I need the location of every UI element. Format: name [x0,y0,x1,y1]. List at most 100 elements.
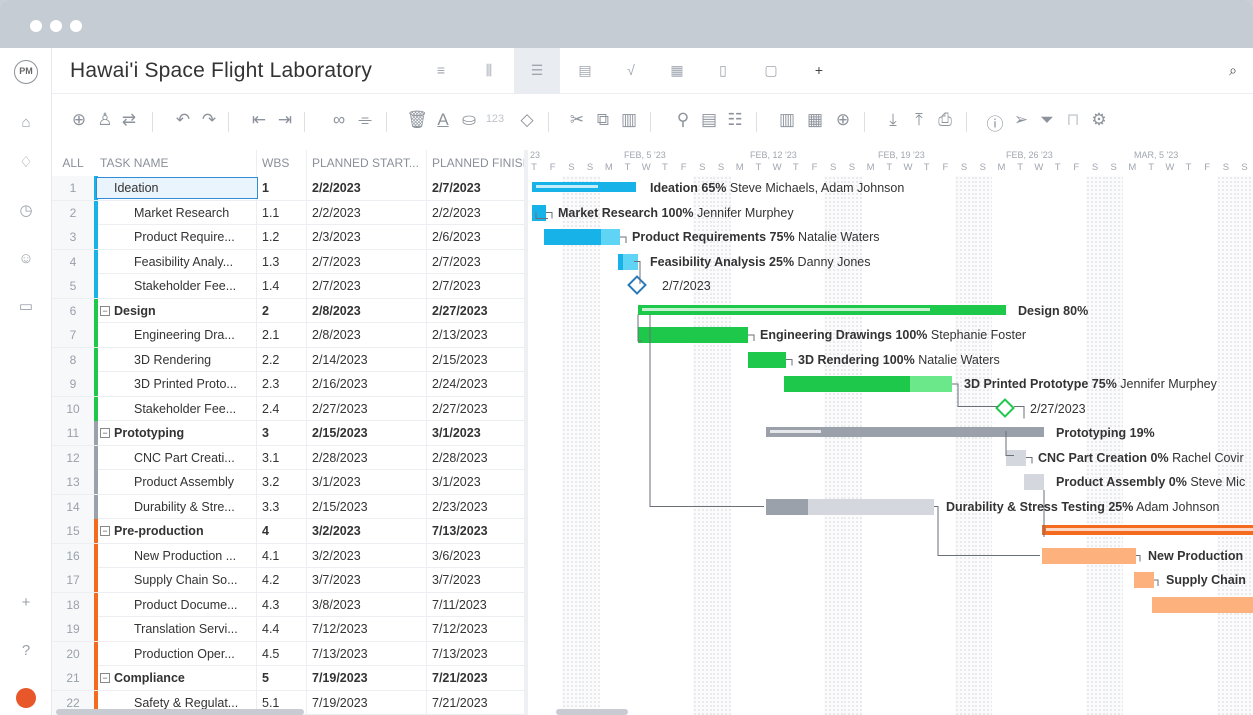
planned-start-cell[interactable]: 3/8/2023 [312,593,424,617]
table-row[interactable]: 21− Compliance 5 7/19/2023 7/21/2023 [52,666,524,691]
collapse-toggle-icon[interactable]: − [100,673,110,683]
planned-start-cell[interactable]: 2/15/2023 [312,421,424,445]
settings-icon[interactable]: ⚙ [1088,110,1110,130]
columns-icon[interactable]: ▥ [776,110,798,130]
text-color-icon[interactable]: A [432,110,454,130]
wbs-cell[interactable]: 1.1 [262,201,306,225]
wbs-cell[interactable]: 4.5 [262,642,306,666]
planned-finish-cell[interactable]: 3/1/2023 [432,421,524,445]
table-row[interactable]: 5 Stakeholder Fee... 1.4 2/7/2023 2/7/2023 [52,274,524,299]
task-name-cell[interactable]: Production Oper... [134,642,256,666]
planned-start-cell[interactable]: 2/14/2023 [312,348,424,372]
planned-start-cell[interactable]: 2/8/2023 [312,323,424,347]
table-row[interactable]: 7 Engineering Dra... 2.1 2/8/2023 2/13/2023 [52,323,524,348]
task-name-cell[interactable]: Ideation [114,176,256,200]
unlink-icon[interactable]: ⌯ [354,110,376,130]
task-name-cell[interactable]: Product Docume... [134,593,256,617]
planned-start-cell[interactable]: 3/7/2023 [312,568,424,592]
dashboard-view-icon[interactable]: √ [622,62,640,78]
table-row[interactable]: 9 3D Printed Proto... 2.3 2/16/2023 2/24/202… [52,372,524,397]
add-icon[interactable]: + [17,594,35,612]
board-view-icon[interactable]: ⫼ [480,62,498,79]
planned-finish-cell[interactable]: 7/13/2023 [432,519,524,543]
wbs-cell[interactable]: 4.2 [262,568,306,592]
add-task-icon[interactable]: ⊕ [68,110,90,130]
wbs-cell[interactable]: 3.1 [262,446,306,470]
indent-icon[interactable]: ⇥ [274,110,296,130]
planned-finish-cell[interactable]: 7/21/2023 [432,666,524,690]
home-icon[interactable]: ⌂ [17,114,35,132]
planned-start-cell[interactable]: 7/12/2023 [312,617,424,641]
grid-icon[interactable]: ▦ [804,110,826,130]
wbs-cell[interactable]: 3.2 [262,470,306,494]
avatar[interactable] [16,688,36,708]
table-row[interactable]: 19 Translation Servi... 4.4 7/12/2023 7/12/2… [52,617,524,642]
table-row[interactable]: 2 Market Research 1.1 2/2/2023 2/2/2023 [52,200,524,225]
planned-finish-cell[interactable]: 3/6/2023 [432,544,524,568]
lock-icon[interactable]: ⊓ [1062,110,1084,130]
files-view-icon[interactable]: ▯ [714,62,732,79]
gantt-scrollbar[interactable] [556,709,628,715]
task-name-cell[interactable]: 3D Printed Proto... [134,372,256,396]
comment-icon[interactable]: ☷ [724,110,746,130]
planned-start-cell[interactable]: 2/28/2023 [312,446,424,470]
task-name-cell[interactable]: Supply Chain So... [134,568,256,592]
add-view-icon[interactable]: + [810,62,828,78]
briefcase-icon[interactable]: ▭ [17,298,35,316]
planned-finish-cell[interactable]: 7/12/2023 [432,617,524,641]
planned-start-cell[interactable]: 2/7/2023 [312,274,424,298]
task-name-cell[interactable]: Feasibility Analy... [134,250,256,274]
link-icon[interactable]: ∞ [328,110,350,130]
search-icon[interactable]: ⌕ [1224,62,1242,79]
wbs-cell[interactable]: 2.2 [262,348,306,372]
window-maximize-dot[interactable] [70,20,82,32]
wbs-cell[interactable]: 4 [262,519,306,543]
planned-finish-cell[interactable]: 2/7/2023 [432,176,524,200]
print-icon[interactable]: ⎙ [934,110,956,130]
col-header-all[interactable]: ALL [52,150,94,176]
planned-start-cell[interactable]: 7/19/2023 [312,691,424,715]
wbs-cell[interactable]: 2.1 [262,323,306,347]
planned-finish-cell[interactable]: 2/23/2023 [432,495,524,519]
planned-finish-cell[interactable]: 2/24/2023 [432,372,524,396]
planned-finish-cell[interactable]: 2/15/2023 [432,348,524,372]
clock-icon[interactable]: ◷ [17,202,35,220]
planned-finish-cell[interactable]: 3/1/2023 [432,470,524,494]
notifications-icon[interactable]: ♢ [17,154,35,172]
overview-view-icon[interactable]: ▢ [762,62,780,79]
planned-start-cell[interactable]: 3/1/2023 [312,470,424,494]
wbs-cell[interactable]: 1 [262,176,306,200]
zoom-icon[interactable]: ⊕ [832,110,854,130]
recurring-icon[interactable]: ⇄ [118,110,140,130]
col-header-wbs[interactable]: WBS [262,150,308,176]
filter-icon[interactable]: ⏷ [1036,110,1058,130]
export-icon[interactable]: ⤒ [908,110,930,130]
col-header-planned-finish[interactable]: PLANNED FINISI [432,150,524,176]
planned-start-cell[interactable]: 7/19/2023 [312,666,424,690]
task-name-cell[interactable]: CNC Part Creati... [134,446,256,470]
table-row[interactable]: 13 Product Assembly 3.2 3/1/2023 3/1/2023 [52,470,524,495]
planned-start-cell[interactable]: 2/3/2023 [312,225,424,249]
send-icon[interactable]: ➢ [1010,110,1032,130]
window-close-dot[interactable] [30,20,42,32]
calendar-view-icon[interactable]: ▦ [668,62,686,79]
task-name-cell[interactable]: Product Assembly [134,470,256,494]
wbs-cell[interactable]: 2.3 [262,372,306,396]
notes-icon[interactable]: ▤ [698,110,720,130]
planned-finish-cell[interactable]: 2/27/2023 [432,299,524,323]
list-view-icon[interactable]: ≡ [432,62,450,78]
milestone-icon[interactable]: ◇ [516,110,538,130]
planned-start-cell[interactable]: 2/16/2023 [312,372,424,396]
info-icon[interactable]: ⓘ [984,110,1006,135]
table-row[interactable]: 18 Product Docume... 4.3 3/8/2023 7/11/2023 [52,592,524,617]
wbs-cell[interactable]: 3 [262,421,306,445]
help-icon[interactable]: ? [17,642,35,660]
table-row[interactable]: 11− Prototyping 3 2/15/2023 3/1/2023 [52,421,524,446]
task-name-cell[interactable]: Pre-production [114,519,256,543]
planned-finish-cell[interactable]: 2/2/2023 [432,201,524,225]
planned-finish-cell[interactable]: 7/13/2023 [432,642,524,666]
task-name-cell[interactable]: Stakeholder Fee... [134,274,256,298]
planned-start-cell[interactable]: 2/8/2023 [312,299,424,323]
task-name-cell[interactable]: Prototyping [114,421,256,445]
task-name-cell[interactable]: Market Research [134,201,256,225]
